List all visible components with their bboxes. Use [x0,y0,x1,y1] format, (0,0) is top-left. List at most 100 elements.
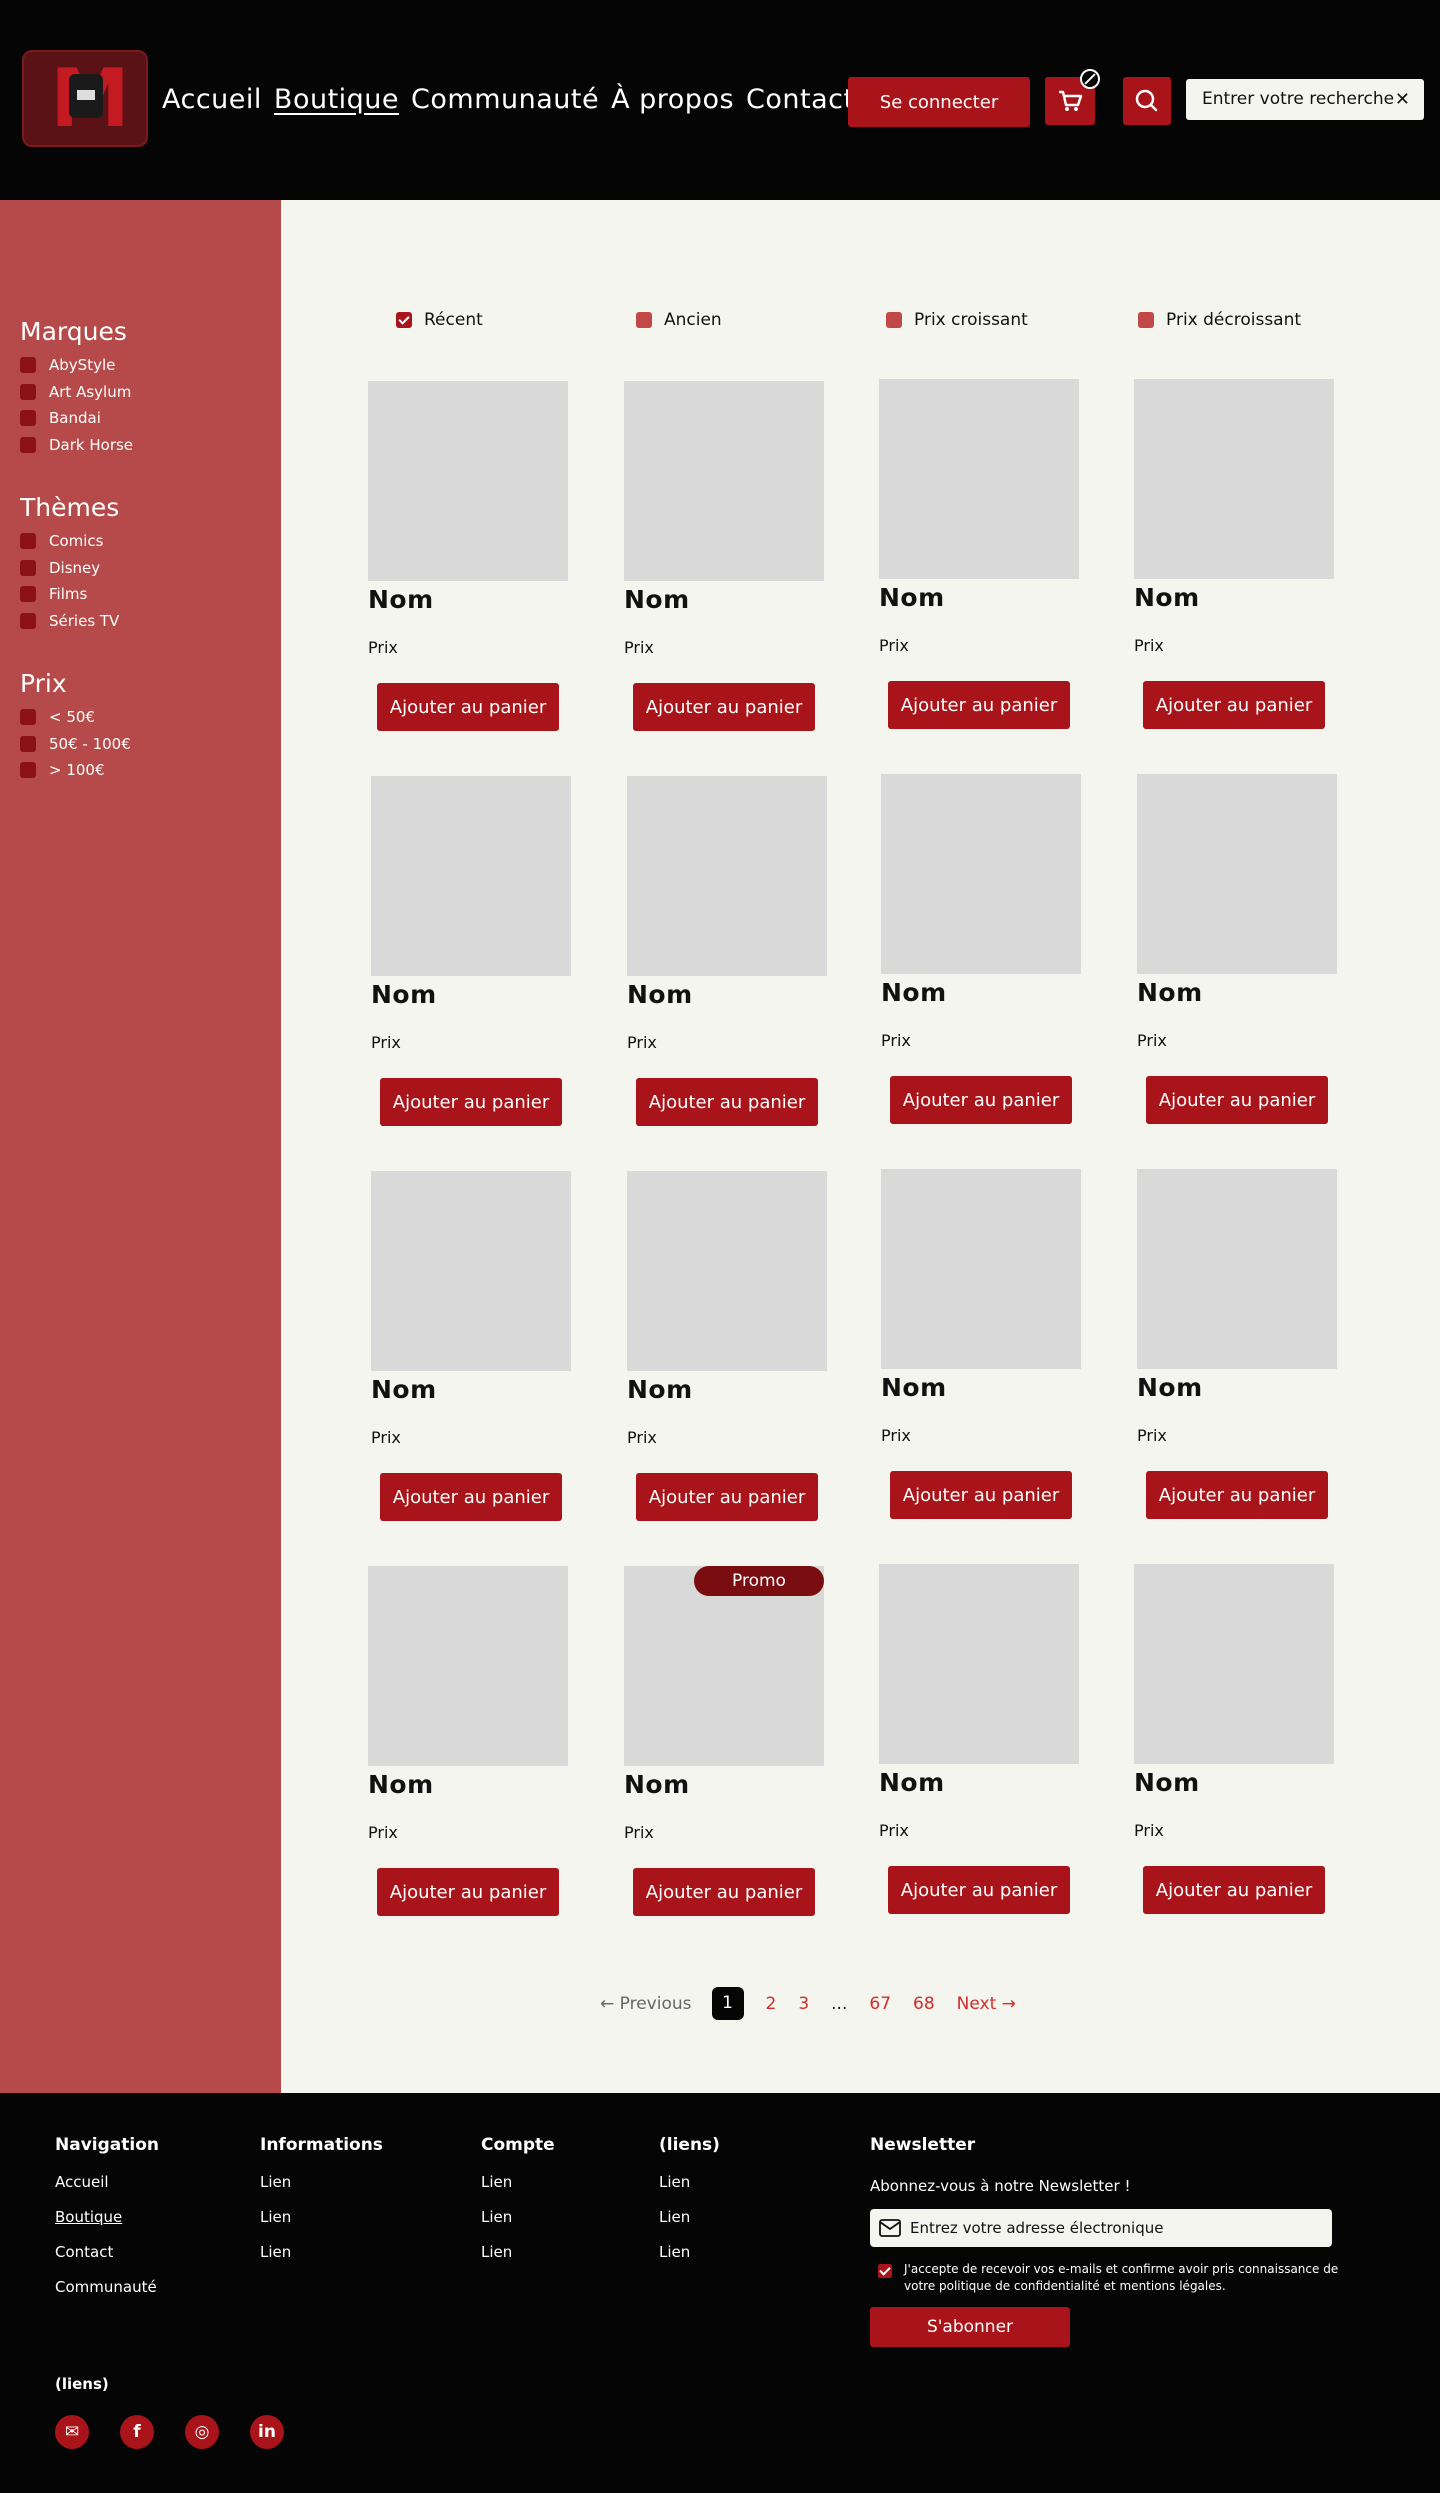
checkbox-icon[interactable] [636,312,652,328]
product-image[interactable] [879,379,1079,579]
product-name[interactable]: Nom [624,1770,690,1799]
footer-link[interactable]: Lien [481,2243,555,2278]
next-page-button[interactable]: Next → [957,1994,1016,2014]
footer-link[interactable]: Lien [481,2208,555,2243]
footer-link[interactable]: Contact [55,2243,159,2278]
footer-link[interactable]: Accueil [55,2173,159,2208]
checkbox-icon[interactable] [20,709,36,726]
product-name[interactable]: Nom [879,583,945,612]
footer-link[interactable]: Lien [659,2173,720,2208]
instagram-icon[interactable]: ◎ [185,2415,219,2449]
product-name[interactable]: Nom [1134,1768,1200,1797]
checkbox-icon[interactable] [20,735,36,752]
mail-icon[interactable]: ✉ [55,2415,89,2449]
footer-link[interactable]: Lien [659,2243,720,2278]
product-image[interactable] [371,1171,571,1371]
sort-option[interactable]: Récent [396,310,483,330]
product-name[interactable]: Nom [627,980,693,1009]
add-to-cart-button[interactable]: Ajouter au panier [890,1471,1072,1519]
nav-communaute[interactable]: Communauté [411,82,599,122]
product-name[interactable]: Nom [879,1768,945,1797]
add-to-cart-button[interactable]: Ajouter au panier [636,1078,818,1126]
add-to-cart-button[interactable]: Ajouter au panier [888,681,1070,729]
product-name[interactable]: Nom [881,1373,947,1402]
filter-option[interactable]: Films [20,581,119,608]
product-image[interactable] [627,776,827,976]
filter-option[interactable]: 50€ - 100€ [20,731,131,758]
checkbox-icon[interactable] [20,762,36,779]
consent-checkbox[interactable]: J'accepte de recevoir vos e-mails et con… [870,2261,1340,2295]
page-number-2[interactable]: 2 [766,1994,777,2014]
sort-option[interactable]: Prix croissant [886,310,1028,330]
search-input[interactable]: Entrer votre recherche ✕ [1186,79,1424,120]
page-number-68[interactable]: 68 [913,1994,935,2014]
sort-option[interactable]: Ancien [636,310,722,330]
checkbox-icon[interactable] [1138,312,1154,328]
add-to-cart-button[interactable]: Ajouter au panier [377,683,559,731]
filter-option[interactable]: Art Asylum [20,379,133,406]
page-number-67[interactable]: 67 [869,1994,891,2014]
checkbox-icon[interactable] [20,383,36,400]
add-to-cart-button[interactable]: Ajouter au panier [633,1868,815,1916]
add-to-cart-button[interactable]: Ajouter au panier [1146,1471,1328,1519]
login-button[interactable]: Se connecter [848,77,1030,127]
add-to-cart-button[interactable]: Ajouter au panier [380,1078,562,1126]
product-image[interactable] [368,1566,568,1766]
product-name[interactable]: Nom [1137,978,1203,1007]
filter-option[interactable]: AbyStyle [20,352,133,379]
product-name[interactable]: Nom [881,978,947,1007]
product-image[interactable] [624,1566,824,1766]
email-field[interactable]: Entrez votre adresse électronique [870,2209,1332,2247]
checkbox-icon[interactable] [20,357,36,374]
footer-link[interactable]: Lien [260,2208,383,2243]
product-name[interactable]: Nom [371,1375,437,1404]
nav-accueil[interactable]: Accueil [162,82,262,122]
add-to-cart-button[interactable]: Ajouter au panier [888,1866,1070,1914]
footer-link[interactable]: Boutique [55,2208,159,2243]
checkbox-icon[interactable] [886,312,902,328]
product-image[interactable] [624,381,824,581]
product-image[interactable] [1134,1564,1334,1764]
product-name[interactable]: Nom [371,980,437,1009]
footer-link[interactable]: Lien [260,2243,383,2278]
product-image[interactable] [627,1171,827,1371]
nav-contact[interactable]: Contact [746,82,855,122]
checkbox-icon[interactable] [20,436,36,453]
add-to-cart-button[interactable]: Ajouter au panier [1143,681,1325,729]
subscribe-button[interactable]: S'abonner [870,2307,1070,2347]
filter-option[interactable]: Bandai [20,405,133,432]
filter-option[interactable]: Disney [20,555,119,582]
add-to-cart-button[interactable]: Ajouter au panier [380,1473,562,1521]
add-to-cart-button[interactable]: Ajouter au panier [1146,1076,1328,1124]
product-name[interactable]: Nom [368,1770,434,1799]
filter-option[interactable]: Séries TV [20,608,119,635]
checkbox-icon[interactable] [20,559,36,576]
site-logo[interactable]: M [22,50,148,147]
add-to-cart-button[interactable]: Ajouter au panier [377,1868,559,1916]
product-name[interactable]: Nom [368,585,434,614]
nav-boutique[interactable]: Boutique [274,82,399,122]
nav-a-propos[interactable]: À propos [611,82,734,122]
filter-option[interactable]: > 100€ [20,757,131,784]
close-icon[interactable]: ✕ [1395,79,1410,120]
previous-page-button[interactable]: ← Previous [600,1994,692,2014]
search-button[interactable] [1123,77,1171,125]
page-number-3[interactable]: 3 [798,1994,809,2014]
sort-option[interactable]: Prix décroissant [1138,310,1301,330]
add-to-cart-button[interactable]: Ajouter au panier [636,1473,818,1521]
footer-link[interactable]: Lien [260,2173,383,2208]
add-to-cart-button[interactable]: Ajouter au panier [1143,1866,1325,1914]
product-name[interactable]: Nom [1134,583,1200,612]
product-image[interactable] [1137,1169,1337,1369]
linkedin-icon[interactable]: in [250,2415,284,2449]
product-name[interactable]: Nom [627,1375,693,1404]
product-name[interactable]: Nom [1137,1373,1203,1402]
footer-link[interactable]: Communauté [55,2278,159,2313]
filter-option[interactable]: Comics [20,528,119,555]
checkbox-icon[interactable] [20,533,36,550]
filter-option[interactable]: < 50€ [20,704,131,731]
product-name[interactable]: Nom [624,585,690,614]
page-number-1[interactable]: 1 [711,1987,744,2020]
facebook-icon[interactable]: f [120,2415,154,2449]
checkbox-icon[interactable] [396,312,412,328]
